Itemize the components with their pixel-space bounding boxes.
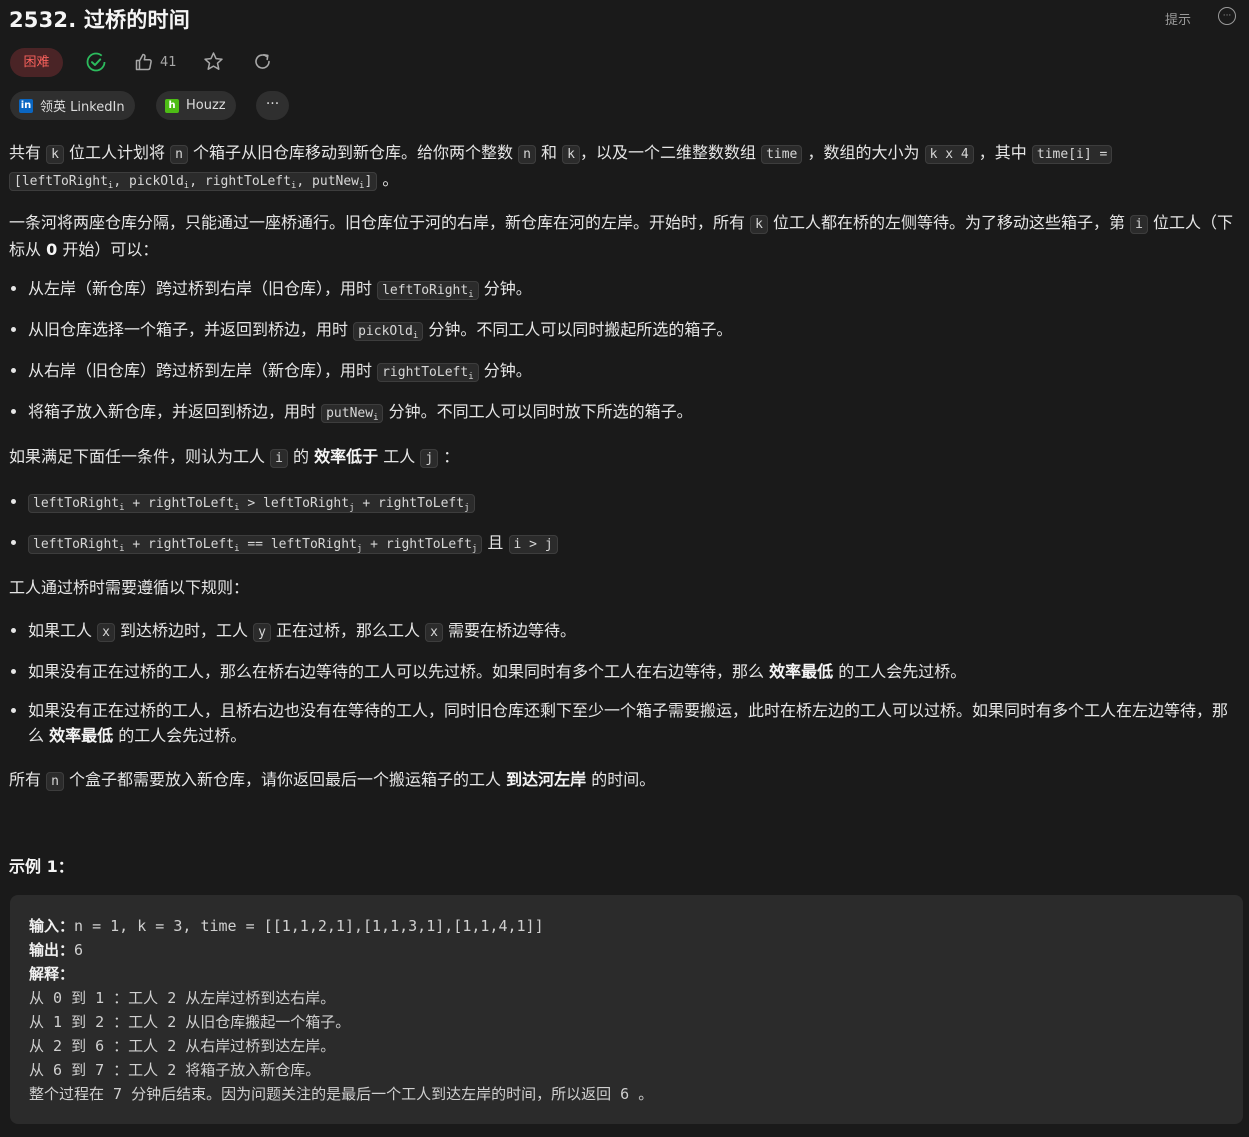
- problem-description: 共有 k 位工人计划将 n 个箱子从旧仓库移动到新仓库。给你两个整数 n 和 k…: [9, 140, 1239, 794]
- inline-code: i: [270, 449, 288, 468]
- example-title: 示例 1：: [9, 857, 74, 876]
- more-tags-button[interactable]: ···: [256, 91, 289, 120]
- inline-code: x: [425, 623, 443, 642]
- inline-code: x: [97, 623, 115, 642]
- inline-code: n: [170, 145, 188, 164]
- example-explain-line: 从 0 到 1 ：工人 2 从左岸过桥到达右岸。: [29, 989, 336, 1007]
- inline-code: n: [46, 772, 64, 791]
- example-output-line: 输出：6: [29, 941, 84, 959]
- problem-title: 2532. 过桥的时间: [9, 8, 190, 32]
- company-tag-houzz[interactable]: h Houzz: [156, 91, 236, 120]
- inline-code: k: [750, 215, 768, 234]
- inline-code: j: [420, 449, 439, 468]
- example-explain-label: 解释：: [29, 965, 75, 983]
- inline-code: time[i] =: [1031, 145, 1113, 164]
- thumbs-up-icon: [135, 53, 152, 71]
- inline-code: leftToRighti + rightToLefti > leftToRigh…: [28, 494, 475, 513]
- hint-link[interactable]: 提示: [1165, 9, 1191, 28]
- example-explain-line: 从 6 到 7 ：工人 2 将箱子放入新仓库。: [29, 1061, 321, 1079]
- paragraph-setup: 一条河将两座仓库分隔，只能通过一座桥通行。旧仓库位于河的右岸，新仓库在河的左岸。…: [9, 213, 1234, 259]
- list-item: leftToRighti + rightToLefti == leftToRig…: [9, 530, 1239, 557]
- list-item: 如果没有正在过桥的工人，那么在桥右边等待的工人可以先过桥。如果同时有多个工人在右…: [9, 659, 1239, 684]
- like-button[interactable]: 41: [134, 51, 177, 73]
- inline-code: putNewi: [321, 404, 384, 423]
- inline-code: rightToLefti: [377, 363, 479, 382]
- example-explain-line: 从 2 到 6 ：工人 2 从右岸过桥到达左岸。: [29, 1037, 336, 1055]
- like-count: 41: [160, 54, 177, 70]
- inline-code: i: [1130, 215, 1148, 234]
- refresh-share-icon[interactable]: [252, 51, 273, 72]
- rule-list: 如果工人 x 到达桥边时，工人 y 正在过桥，那么工人 x 需要在桥边等待。 如…: [9, 618, 1239, 748]
- houzz-logo-icon: h: [165, 98, 179, 113]
- list-item: 从旧仓库选择一个箱子，并返回到桥边，用时 pickOldi 分钟。不同工人可以同…: [9, 317, 1239, 344]
- problem-header: 2532. 过桥的时间 提示 ···: [0, 0, 1249, 40]
- company-tag-linkedin[interactable]: in 领英 LinkedIn: [10, 91, 135, 120]
- list-item: leftToRighti + rightToLefti > leftToRigh…: [9, 489, 1239, 516]
- list-item: 从左岸（新仓库）跨过桥到右岸（旧仓库），用时 leftToRighti 分钟。: [9, 276, 1239, 303]
- list-item: 如果工人 x 到达桥边时，工人 y 正在过桥，那么工人 x 需要在桥边等待。: [9, 618, 1239, 645]
- inline-code: leftToRighti + rightToLefti == leftToRig…: [28, 535, 483, 554]
- example-explain-line: 整个过程在 7 分钟后结束。因为问题关注的是最后一个工人到达左岸的时间，所以返回…: [29, 1085, 654, 1103]
- inline-code: i > j: [508, 535, 558, 554]
- linkedin-logo-icon: in: [19, 98, 33, 113]
- step-list: 从左岸（新仓库）跨过桥到右岸（旧仓库），用时 leftToRighti 分钟。 …: [9, 276, 1239, 426]
- more-options-icon[interactable]: ···: [1218, 7, 1236, 25]
- paragraph-intro: 共有 k 位工人计划将 n 个箱子从旧仓库移动到新仓库。给你两个整数 n 和 k…: [9, 140, 1239, 194]
- paragraph-rules-intro: 工人通过桥时需要遵循以下规则：: [9, 578, 250, 597]
- example-input-line: 输入：n = 1, k = 3, time = [[1,1,2,1],[1,1,…: [29, 917, 544, 935]
- inline-code: k x 4: [924, 145, 974, 164]
- example-explain-line: 从 1 到 2 ：工人 2 从旧仓库搬起一个箱子。: [29, 1013, 351, 1031]
- list-item: 从右岸（旧仓库）跨过桥到左岸（新仓库），用时 rightToLefti 分钟。: [9, 358, 1239, 385]
- inline-code: k: [562, 145, 580, 164]
- list-item: 如果没有正在过桥的工人，且桥右边也没有在等待的工人，同时旧仓库还剩下至少一个箱子…: [9, 698, 1239, 748]
- list-item: 将箱子放入新仓库，并返回到桥边，用时 putNewi 分钟。不同工人可以同时放下…: [9, 399, 1239, 426]
- condition-list: leftToRighti + rightToLefti > leftToRigh…: [9, 489, 1239, 557]
- favorite-star-icon[interactable]: [203, 51, 224, 72]
- example-block: 输入：n = 1, k = 3, time = [[1,1,2,1],[1,1,…: [10, 895, 1243, 1124]
- paragraph-efficiency: 如果满足下面任一条件，则认为工人 i 的 效率低于 工人 j ：: [9, 447, 460, 468]
- inline-code: [leftToRighti, pickOldi, rightToLefti, p…: [9, 172, 378, 191]
- solved-check-icon: [86, 52, 106, 72]
- inline-code: pickOldi: [353, 322, 424, 341]
- inline-code: y: [253, 623, 271, 642]
- company-name: 领英 LinkedIn: [40, 100, 125, 115]
- paragraph-return: 所有 n 个盒子都需要放入新仓库，请你返回最后一个搬运箱子的工人 到达河左岸 的…: [9, 770, 656, 791]
- inline-code: k: [46, 145, 64, 164]
- inline-code: leftToRighti: [377, 281, 479, 300]
- company-name: Houzz: [186, 98, 226, 113]
- inline-code: n: [518, 145, 536, 164]
- inline-code: time: [761, 145, 803, 164]
- difficulty-badge: 困难: [10, 48, 63, 77]
